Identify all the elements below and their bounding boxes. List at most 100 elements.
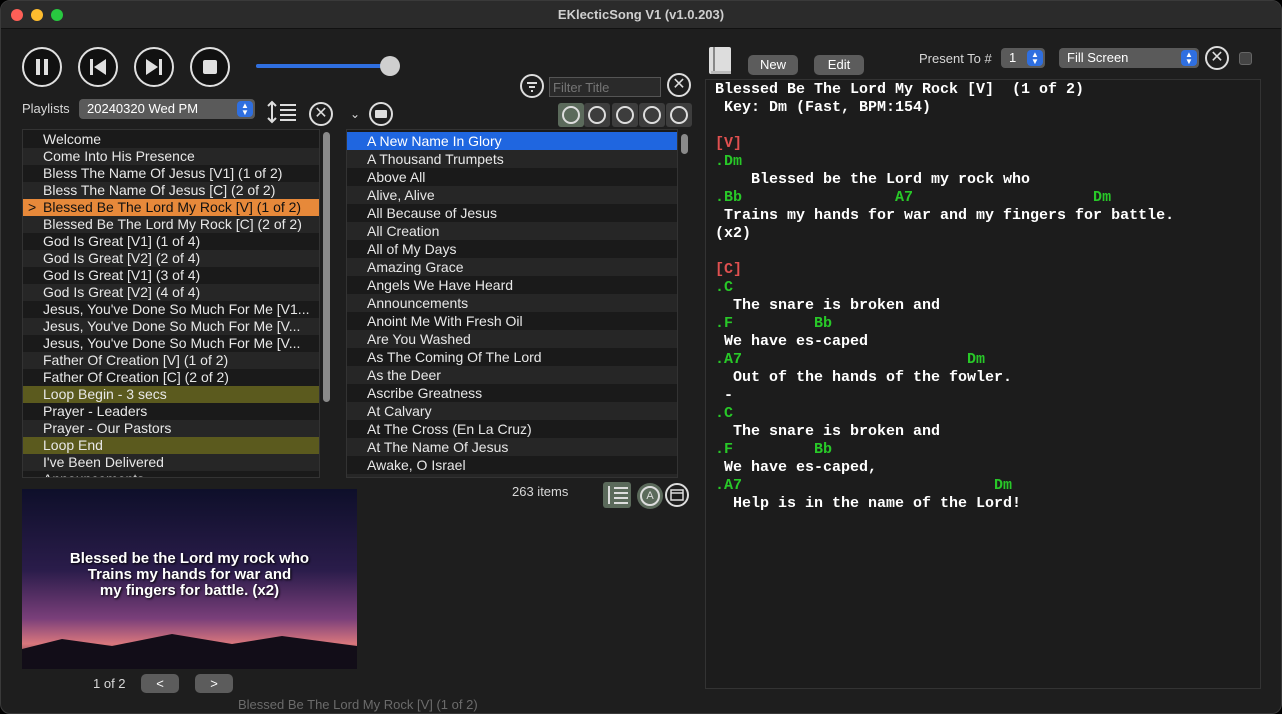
- chord-line: .F Bb: [715, 315, 833, 332]
- song-list-item[interactable]: Above All: [347, 168, 677, 186]
- book-icon[interactable]: [706, 45, 734, 77]
- playlist-item-label: Announcements: [43, 471, 144, 477]
- song-list-scrollbar[interactable]: [681, 134, 688, 154]
- video-filter-button[interactable]: [639, 103, 665, 127]
- volume-slider-knob[interactable]: [380, 56, 401, 76]
- playlist-select[interactable]: 20240320 Wed PM ▲ ▼: [79, 99, 255, 119]
- song-list-item[interactable]: All Because of Jesus: [347, 204, 677, 222]
- slide-line-2: Trains my hands for war and: [87, 566, 292, 583]
- images-filter-button[interactable]: [584, 103, 610, 127]
- playlist-items-list[interactable]: Welcome Come Into His Presence Bless The N…: [22, 129, 320, 478]
- audio-filter-button[interactable]: [612, 103, 638, 127]
- playlist-item[interactable]: God Is Great [V2] (2 of 4): [23, 250, 319, 267]
- display-mode-select[interactable]: Fill Screen ▲ ▼: [1059, 48, 1199, 68]
- song-list-item[interactable]: All of My Days: [347, 240, 677, 258]
- playlist-item-label: Father Of Creation [C] (2 of 2): [43, 369, 229, 385]
- remove-playlist-item-button[interactable]: ✕: [309, 102, 333, 126]
- filter-button[interactable]: [520, 74, 544, 98]
- playlist-scrollbar[interactable]: [323, 132, 330, 402]
- sort-songs-button[interactable]: [603, 482, 631, 508]
- playlist-item[interactable]: God Is Great [V2] (4 of 4): [23, 284, 319, 301]
- slide-line-1: Blessed be the Lord my rock who: [69, 550, 310, 567]
- sort-playlist-icon[interactable]: [266, 99, 298, 125]
- playlist-item[interactable]: Prayer - Leaders: [23, 403, 319, 420]
- song-list-item[interactable]: At The Name Of Jesus: [347, 438, 677, 456]
- song-folder-button[interactable]: [369, 102, 393, 126]
- previous-button[interactable]: [78, 47, 118, 87]
- filter-icon: [527, 82, 537, 92]
- auto-button[interactable]: A: [637, 483, 663, 509]
- playlist-item-label: God Is Great [V2] (4 of 4): [43, 284, 201, 300]
- song-list[interactable]: A New Name In Glory A Thousand Trumpets Ab…: [346, 129, 678, 478]
- new-button[interactable]: New: [748, 55, 798, 75]
- song-list-item[interactable]: Announcements: [347, 294, 677, 312]
- playlist-item[interactable]: Welcome: [23, 131, 319, 148]
- playlist-item[interactable]: Come Into His Presence: [23, 148, 319, 165]
- song-list-item[interactable]: Anoint Me With Fresh Oil: [347, 312, 677, 330]
- playlist-item[interactable]: Announcements: [23, 471, 319, 477]
- documents-filter-button[interactable]: [558, 103, 584, 127]
- song-list-item[interactable]: Are You Washed: [347, 330, 677, 348]
- monitor-icon: [670, 106, 688, 124]
- chord-line: .F Bb: [715, 441, 833, 458]
- playlist-item[interactable]: Jesus, You've Done So Much For Me [V...: [23, 335, 319, 352]
- song-list-item[interactable]: A Thousand Trumpets: [347, 150, 677, 168]
- song-list-item[interactable]: A New Name In Glory: [347, 132, 677, 150]
- song-list-item[interactable]: Awake, O Israel: [347, 456, 677, 474]
- playlist-item[interactable]: I've Been Delivered: [23, 454, 319, 471]
- song-list-item[interactable]: Ascribe Greatness: [347, 384, 677, 402]
- camera-icon: [588, 106, 606, 124]
- playlist-item[interactable]: Loop End: [23, 437, 319, 454]
- calendar-button[interactable]: [665, 483, 689, 507]
- stop-icon: [203, 60, 217, 74]
- stop-button[interactable]: [190, 47, 230, 87]
- playlist-item[interactable]: God Is Great [V1] (1 of 4): [23, 233, 319, 250]
- edit-button[interactable]: Edit: [814, 55, 864, 75]
- headphones-icon: [616, 106, 634, 124]
- slide-preview[interactable]: Blessed be the Lord my rock who Trains m…: [22, 489, 357, 669]
- song-list-item[interactable]: As the Deer: [347, 366, 677, 384]
- present-to-select[interactable]: 1 ▲ ▼: [1001, 48, 1045, 68]
- lyric-line: -: [715, 387, 734, 404]
- lyrics-panel: Blessed Be The Lord My Rock [V] (1 of 2)…: [705, 79, 1261, 689]
- folder-icon: [375, 110, 387, 118]
- playlist-item[interactable]: Blessed Be The Lord My Rock [C] (2 of 2): [23, 216, 319, 233]
- clear-filter-button[interactable]: ✕: [667, 73, 691, 97]
- presentation-checkbox[interactable]: [1239, 52, 1252, 65]
- playlist-item[interactable]: > Blessed Be The Lord My Rock [V] (1 of 2…: [23, 199, 319, 216]
- song-list-item[interactable]: At Calvary: [347, 402, 677, 420]
- next-button[interactable]: [134, 47, 174, 87]
- lyric-line: We have es-caped,: [715, 459, 878, 476]
- pause-button[interactable]: [22, 47, 62, 87]
- playlist-item[interactable]: Bless The Name Of Jesus [C] (2 of 2): [23, 182, 319, 199]
- close-presentation-button[interactable]: ✕: [1205, 46, 1229, 70]
- playlist-item-label: Prayer - Our Pastors: [43, 420, 172, 436]
- slide-line-3: my fingers for battle. (x2): [99, 582, 280, 599]
- filter-title-input[interactable]: [549, 77, 661, 97]
- playlist-item[interactable]: Bless The Name Of Jesus [V1] (1 of 2): [23, 165, 319, 182]
- playlists-label: Playlists: [22, 101, 70, 116]
- song-list-item[interactable]: Awesome God: [347, 474, 677, 477]
- next-slide-button[interactable]: >: [195, 674, 233, 693]
- song-list-item[interactable]: At The Cross (En La Cruz): [347, 420, 677, 438]
- previous-slide-button[interactable]: <: [141, 674, 179, 693]
- calendar-icon: [670, 489, 684, 501]
- song-list-item[interactable]: Alive, Alive: [347, 186, 677, 204]
- playlist-item[interactable]: Jesus, You've Done So Much For Me [V1...: [23, 301, 319, 318]
- chord-line: .A7 Dm: [715, 477, 1013, 494]
- chord-line: .Bb A7 Dm: [715, 189, 1112, 206]
- song-list-item[interactable]: Angels We Have Heard: [347, 276, 677, 294]
- song-list-item[interactable]: As The Coming Of The Lord: [347, 348, 677, 366]
- playlist-item[interactable]: Father Of Creation [V] (1 of 2): [23, 352, 319, 369]
- song-list-item[interactable]: Amazing Grace: [347, 258, 677, 276]
- volume-slider[interactable]: [256, 56, 401, 76]
- playlist-item[interactable]: Prayer - Our Pastors: [23, 420, 319, 437]
- playlist-item[interactable]: God Is Great [V1] (3 of 4): [23, 267, 319, 284]
- playlist-item[interactable]: Loop Begin - 3 secs: [23, 386, 319, 403]
- chord-line: .Dm: [715, 153, 743, 170]
- playlist-item[interactable]: Jesus, You've Done So Much For Me [V...: [23, 318, 319, 335]
- song-list-item[interactable]: All Creation: [347, 222, 677, 240]
- chevron-down-icon[interactable]: ⌄: [350, 107, 360, 121]
- screen-filter-button[interactable]: [666, 103, 692, 127]
- playlist-item[interactable]: Father Of Creation [C] (2 of 2): [23, 369, 319, 386]
